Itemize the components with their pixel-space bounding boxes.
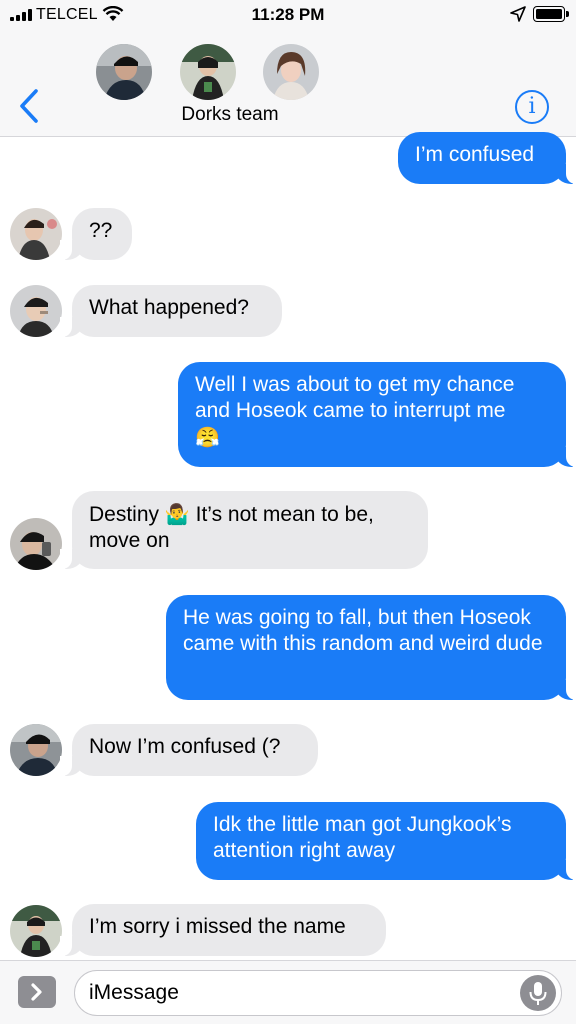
battery-icon: [533, 6, 569, 22]
message-text: I’m confused: [415, 143, 535, 166]
sent-message-bubble[interactable]: I’m confused: [398, 132, 576, 184]
composer-bar: iMessage: [0, 960, 576, 1024]
microphone-icon: [529, 982, 547, 1005]
sender-avatar[interactable]: [10, 905, 62, 957]
app-drawer-chevron-icon: [31, 983, 42, 1001]
group-member-avatar[interactable]: [180, 44, 236, 100]
group-member-avatar[interactable]: [263, 44, 319, 100]
message-text: I’m sorry i missed the name: [89, 915, 346, 938]
group-member-avatar[interactable]: [96, 44, 152, 100]
huffing-face-emoji: 😤: [195, 425, 220, 449]
received-message-bubble[interactable]: What happened?: [60, 285, 282, 337]
sender-avatar[interactable]: [10, 518, 62, 570]
status-time: 11:28 PM: [251, 5, 325, 24]
message-text: Destiny: [89, 503, 160, 526]
message-input-placeholder: iMessage: [89, 981, 179, 1004]
message-text: Now I’m confused (?: [89, 735, 281, 758]
message-text: ??: [89, 219, 113, 242]
received-message-bubble[interactable]: I’m sorry i missed the name: [60, 904, 386, 956]
sender-avatar[interactable]: [10, 208, 62, 260]
status-bar: TELCEL 11:28 PM: [0, 0, 576, 30]
message-text: Well I was about to get my chance and Ho…: [195, 373, 515, 422]
received-message-bubble[interactable]: Destiny 🤷‍♂️ It’s not mean to be, move o…: [60, 491, 428, 569]
sender-avatar[interactable]: [10, 285, 62, 337]
sender-avatar[interactable]: [10, 724, 62, 776]
microphone-button[interactable]: [520, 975, 556, 1011]
message-text: He was going to fall, but then Hoseok ca…: [183, 606, 543, 655]
conversation-header: TELCEL 11:28 PM Dorks team i: [0, 0, 576, 137]
message-text: What happened?: [89, 296, 249, 319]
info-icon[interactable]: i: [515, 90, 549, 124]
group-avatars[interactable]: [0, 44, 576, 102]
received-message-bubble[interactable]: Now I’m confused (?: [60, 724, 318, 776]
man-shrugging-emoji: 🤷‍♂️: [164, 502, 190, 526]
sent-message-bubble[interactable]: He was going to fall, but then Hoseok ca…: [166, 595, 576, 700]
sent-message-bubble[interactable]: Idk the little man got Jungkook’s attent…: [196, 802, 576, 880]
sent-message-bubble[interactable]: Well I was about to get my chance and Ho…: [178, 362, 576, 467]
received-message-bubble[interactable]: ??: [60, 208, 132, 260]
message-input[interactable]: iMessage: [74, 970, 562, 1016]
message-text: Idk the little man got Jungkook’s attent…: [213, 813, 512, 862]
location-arrow-icon: [510, 6, 526, 22]
group-name[interactable]: Dorks team: [0, 104, 460, 126]
app-drawer-button[interactable]: [18, 976, 56, 1008]
